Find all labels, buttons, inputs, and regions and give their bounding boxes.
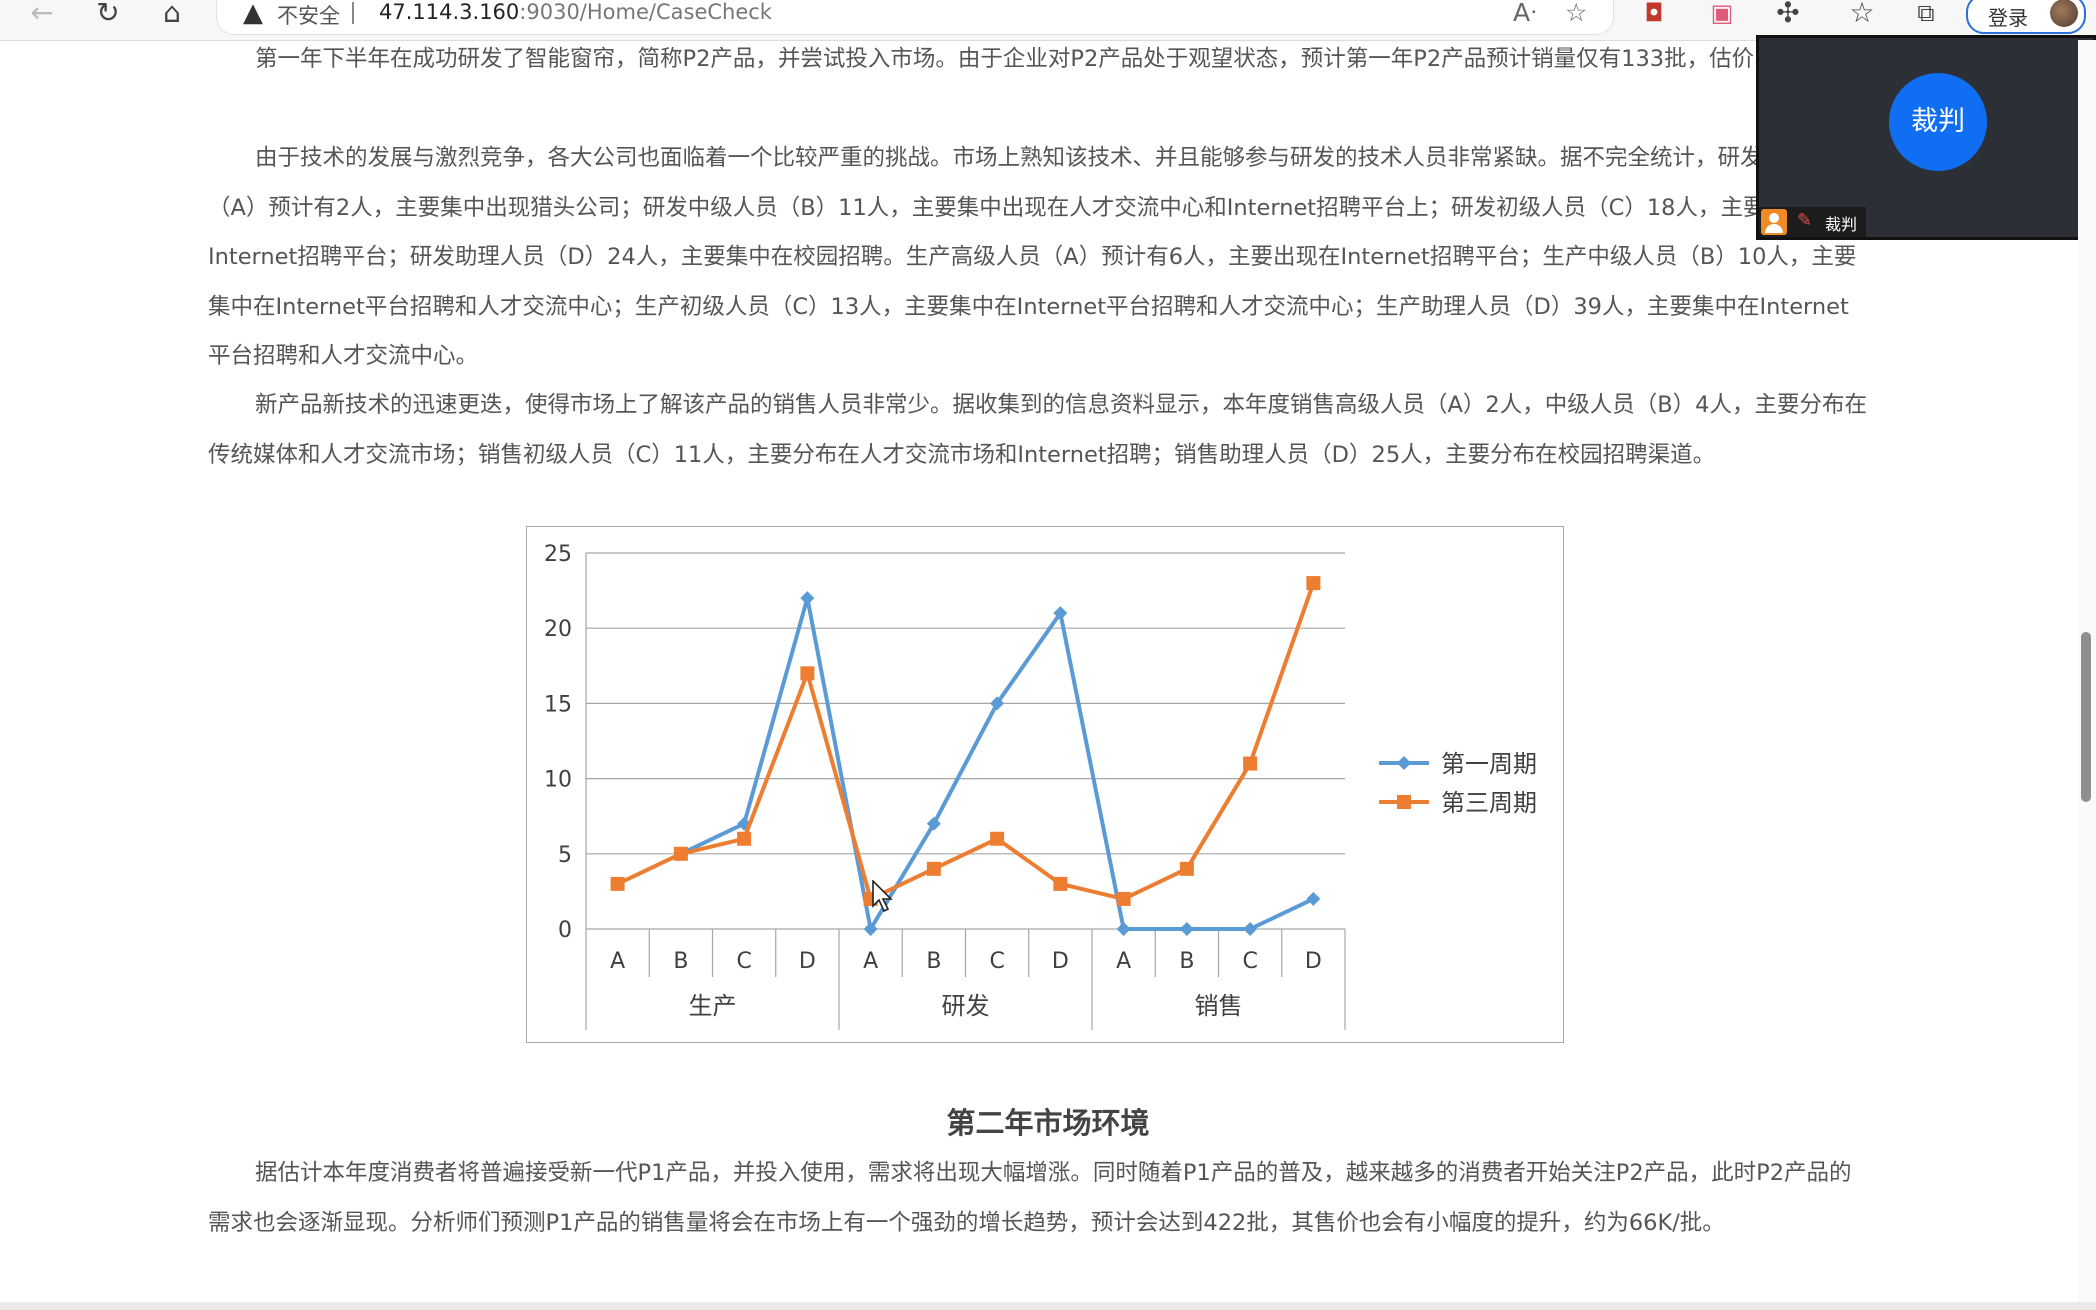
participant-avatar: 裁判 [1889, 73, 1987, 171]
series-line [616, 582, 1316, 901]
series-line [680, 596, 1315, 931]
y-tick-label: 10 [544, 768, 572, 793]
collections-icon[interactable]: ⧉ [1904, 0, 1948, 30]
favorites-icon[interactable]: ☆ [1840, 0, 1884, 30]
extension-icon[interactable]: ✣ [1766, 0, 1810, 30]
x-tick-label: A [863, 949, 878, 974]
read-aloud-icon[interactable]: Aᐧ [1513, 0, 1537, 27]
refresh-icon[interactable]: ↻ [86, 0, 130, 30]
chart-svg: 0 5 10 15 20 25 A B C D A B C D A B C D 生产 研发 销售 第一周期第三周期 [544, 542, 1537, 1030]
paragraph-sales-staff: 新产品新技术的迅速更迭，使得市场上了解该产品的销售人员非常少。据收集到的信息资料… [208, 392, 1867, 468]
address-bar[interactable]: ▲ 不安全 47.114.3.160:9030/Home/CaseCheck A… [216, 0, 1614, 35]
mic-muted-icon[interactable]: ✎ [1797, 210, 1812, 231]
y-tick-label: 25 [544, 542, 572, 567]
login-label: 登录 [1988, 6, 2028, 30]
data-point-marker [990, 831, 1005, 846]
y-tick-label: 5 [558, 843, 572, 868]
legend-marker [1397, 756, 1411, 770]
x-tick-label: D [1052, 949, 1069, 974]
data-point-marker [1179, 861, 1194, 876]
data-point-marker [673, 846, 688, 861]
data-point-marker [1053, 876, 1068, 891]
url-text[interactable]: 47.114.3.160:9030/Home/CaseCheck [379, 0, 772, 24]
participant-name: 裁判 [1825, 215, 1858, 234]
warning-icon: ▲ [243, 0, 263, 28]
video-call-overlay[interactable]: 裁判 ✎ 裁判 [1756, 35, 2096, 240]
extension-shield-icon[interactable]: ◘ [1632, 0, 1676, 30]
legend-label: 第一周期 [1441, 750, 1537, 778]
data-point-marker [800, 591, 815, 606]
y-tick-label: 20 [544, 617, 572, 642]
mouse-cursor-icon [872, 880, 893, 913]
insecure-label: 不安全 [277, 4, 340, 28]
data-point-marker [1306, 576, 1321, 591]
extension-tv-icon[interactable]: ▣ [1700, 0, 1744, 30]
x-tick-label: A [1116, 949, 1131, 974]
x-tick-label: A [610, 949, 625, 974]
add-favorite-icon[interactable]: ☆ [1565, 0, 1587, 27]
x-tick-label: B [926, 949, 941, 974]
data-point-marker [1306, 891, 1321, 906]
paragraph-rd-staff: 由于技术的发展与激烈竞争，各大公司也面临着一个比较严重的挑战。市场上熟知该技术、… [208, 145, 1857, 369]
participant-namebar: ✎ 裁判 [1759, 207, 1866, 237]
data-point-marker [926, 861, 941, 876]
x-tick-label: C [1242, 949, 1257, 974]
data-point-marker [1116, 922, 1131, 936]
data-point-marker [1116, 891, 1131, 906]
data-point-marker [1243, 922, 1258, 936]
data-point-marker [1179, 922, 1194, 936]
person-icon [1761, 209, 1787, 235]
home-icon[interactable]: ⌂ [150, 0, 194, 30]
x-tick-label: B [1179, 949, 1194, 974]
url-host: 47.114.3.160 [379, 0, 520, 24]
x-tick-label: C [989, 949, 1004, 974]
x-group-label: 研发 [942, 992, 990, 1020]
legend-marker [1397, 795, 1411, 809]
x-group-label: 销售 [1195, 992, 1243, 1020]
x-tick-label: D [1305, 949, 1322, 974]
x-tick-label: C [736, 949, 751, 974]
login-button[interactable]: 登录 [1966, 0, 2086, 34]
url-path: :9030/Home/CaseCheck [519, 0, 772, 24]
data-point-marker [610, 876, 625, 891]
paragraph-p2-product: 第一年下半年在成功研发了智能窗帘，简称P2产品，并尝试投入市场。由于企业对P2产… [255, 46, 1851, 72]
x-group-label: 生产 [689, 992, 737, 1020]
y-tick-label: 15 [544, 692, 572, 717]
paragraph-year2-market: 据估计本年度消费者将普遍接受新一代P1产品，并投入使用，需求将出现大幅增涨。同时… [208, 1160, 1852, 1236]
y-tick-label: 0 [558, 918, 572, 943]
data-point-marker [1243, 756, 1258, 771]
staff-line-chart: 0 5 10 15 20 25 A B C D A B C D A B C D 生产 研发 销售 第一周期第三周期 [526, 526, 1564, 1043]
address-separator [352, 2, 354, 24]
back-icon[interactable]: ← [20, 0, 64, 30]
data-point-marker [737, 831, 752, 846]
legend-label: 第三周期 [1441, 789, 1537, 817]
profile-avatar [2050, 0, 2078, 27]
section-title: 第二年市场环境 [946, 1106, 1150, 1140]
bottom-edge [0, 1302, 2096, 1310]
x-tick-label: B [673, 949, 688, 974]
scrollbar-thumb[interactable] [2081, 632, 2091, 802]
x-tick-label: D [799, 949, 816, 974]
data-point-marker [800, 666, 815, 681]
